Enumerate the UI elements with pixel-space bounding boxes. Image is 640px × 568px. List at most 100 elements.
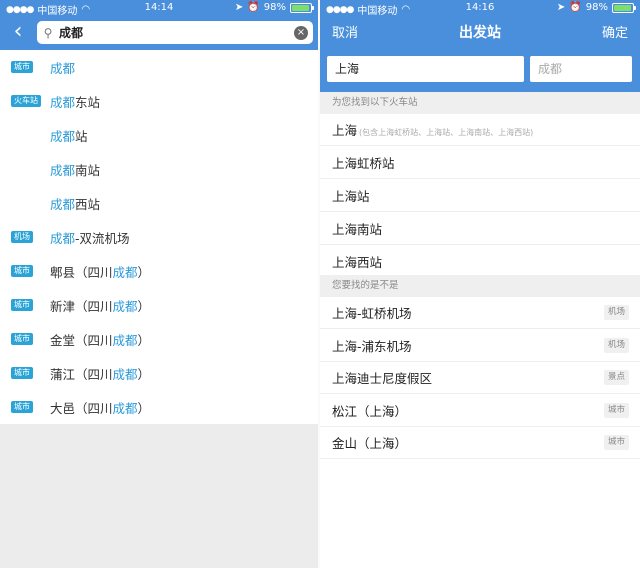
battery-icon xyxy=(612,2,636,13)
result-row[interactable]: 城市 金堂（四川成都） xyxy=(0,322,318,356)
battery-icon xyxy=(290,2,314,13)
result-name-match: 成都 xyxy=(112,332,138,348)
result-row[interactable]: 城市 郫县（四川成都） xyxy=(0,254,318,288)
result-name-match: 成都 xyxy=(50,196,76,212)
station-name-text: 上海站 xyxy=(332,189,370,204)
result-type-badge: 城市 xyxy=(11,299,33,311)
suggestion-row[interactable]: 上海-虹桥机场 机场 xyxy=(320,297,640,329)
clear-icon[interactable]: × xyxy=(294,25,308,40)
result-name: 新津（四川成都） xyxy=(50,296,150,315)
result-name: 成都 xyxy=(50,58,75,77)
result-name-suffix: 东站 xyxy=(75,94,101,110)
station-row[interactable]: 上海南站 xyxy=(320,213,640,245)
search-value: 成都 xyxy=(59,26,84,40)
suggestion-name: 金山（上海） xyxy=(332,436,408,451)
station-name-text: 上海 xyxy=(332,123,358,138)
result-name: 蒲江（四川成都） xyxy=(50,364,150,383)
result-row[interactable]: 城市 蒲江（四川成都） xyxy=(0,356,318,390)
result-name-prefix: 金堂（四川 xyxy=(50,332,113,348)
result-name: 成都站 xyxy=(50,126,88,145)
station-name: 上海西站 xyxy=(332,252,382,271)
station-note: (包含上海虹桥站、上海站、上海南站、上海西站) xyxy=(359,128,534,137)
result-row[interactable]: 火车站 成都东站 xyxy=(0,84,318,118)
battery-percent: 98% xyxy=(585,2,608,13)
result-name: 成都南站 xyxy=(50,160,100,179)
station-row[interactable]: 上海 (包含上海虹桥站、上海站、上海南站、上海西站) xyxy=(320,114,640,146)
result-name-match: 成都 xyxy=(50,128,76,144)
left-screen: ●●●● 中国移动 ◠ 14:14 ➤ ⏰ 98% ‹ ⚲ 成都 × 城市 成都火… xyxy=(0,0,318,568)
suggestion-type-badge: 景点 xyxy=(603,370,629,385)
result-name: 成都-双流机场 xyxy=(50,228,130,247)
search-input[interactable]: ⚲ 成都 × xyxy=(37,21,313,44)
suggestion-row[interactable]: 上海-浦东机场 机场 xyxy=(320,330,640,362)
station-name: 上海站 xyxy=(332,186,370,205)
confirm-button[interactable]: 确定 xyxy=(602,22,628,41)
result-name-match: 成都 xyxy=(112,366,138,382)
result-name-tail: ） xyxy=(137,366,151,382)
search-results-list: 城市 成都 火车站 成都东站 成都站 成都南站 成都西站 机场 成都-双流机场 城市 郫县（四川成都… xyxy=(0,50,318,424)
result-row[interactable]: 成都西站 xyxy=(0,186,318,220)
station-name: 上海 (包含上海虹桥站、上海站、上海南站、上海西站) xyxy=(332,120,533,139)
battery-percent: 98% xyxy=(263,2,286,13)
result-row[interactable]: 城市 成都 xyxy=(0,50,318,84)
result-row[interactable]: 城市 新津（四川成都） xyxy=(0,288,318,322)
result-name-suffix: 西站 xyxy=(75,196,101,212)
result-row[interactable]: 城市 大邑（四川成都） xyxy=(0,390,318,424)
suggestion-name: 松江（上海） xyxy=(332,403,408,419)
location-icon: ➤ xyxy=(234,2,244,13)
result-name-suffix: -双流机场 xyxy=(75,230,130,246)
result-name-match: 成都 xyxy=(50,94,76,110)
result-name-prefix: 蒲江（四川 xyxy=(50,366,113,382)
result-name: 郫县（四川成都） xyxy=(50,262,150,281)
station-name: 上海南站 xyxy=(332,219,382,238)
suggestion-type-badge: 机场 xyxy=(603,305,629,320)
result-row[interactable]: 机场 成都-双流机场 xyxy=(0,220,318,254)
alarm-icon: ⏰ xyxy=(247,2,260,13)
result-name-match: 成都 xyxy=(50,230,76,246)
station-row[interactable]: 上海虹桥站 xyxy=(320,147,640,179)
result-name-tail: ） xyxy=(137,400,151,416)
result-name: 成都西站 xyxy=(50,194,100,213)
suggestion-row[interactable]: 金山（上海） 城市 xyxy=(320,427,640,459)
result-type-badge: 城市 xyxy=(11,265,33,277)
result-name-prefix: 郫县（四川 xyxy=(50,264,113,280)
suggestion-name: 上海-虹桥机场 xyxy=(332,306,412,321)
station-row[interactable]: 上海西站 xyxy=(320,246,640,278)
suggestion-row[interactable]: 上海迪士尼度假区 景点 xyxy=(320,362,640,394)
section-header-stations: 为您找到以下火车站 xyxy=(320,92,640,114)
search-icon: ⚲ xyxy=(43,25,53,40)
result-name-suffix: 南站 xyxy=(75,162,101,178)
result-name-tail: ） xyxy=(137,298,151,314)
suggestion-name: 上海迪士尼度假区 xyxy=(332,371,433,386)
suggestion-type-badge: 机场 xyxy=(603,337,629,353)
result-name-tail: ） xyxy=(137,332,151,348)
station-name-text: 上海西站 xyxy=(332,255,383,270)
right-screen: ●●●● 中国移动 ◠ 14:16 ➤ ⏰ 98% 取消 出发站 确定 上海 成… xyxy=(320,0,640,568)
location-icon: ➤ xyxy=(556,2,566,13)
result-type-badge: 城市 xyxy=(11,333,33,345)
back-button[interactable]: ‹ xyxy=(8,20,28,44)
result-row[interactable]: 成都站 xyxy=(0,118,318,152)
right-status-bar: ●●●● 中国移动 ◠ 14:16 ➤ ⏰ 98% xyxy=(320,0,640,17)
result-row[interactable]: 成都南站 xyxy=(0,152,318,186)
suggestion-type-badge: 城市 xyxy=(603,402,629,418)
departure-field[interactable]: 上海 xyxy=(327,56,524,82)
station-row[interactable]: 上海站 xyxy=(320,180,640,212)
result-name-prefix: 大邑（四川 xyxy=(50,400,113,416)
station-name: 上海虹桥站 xyxy=(332,153,395,172)
page-title: 出发站 xyxy=(459,25,501,41)
result-type-badge: 城市 xyxy=(11,401,33,413)
result-name-suffix: 站 xyxy=(75,128,88,144)
section-header-suggestions: 您要找的是不是 xyxy=(320,275,640,297)
result-name-match: 成都 xyxy=(50,60,76,76)
result-type-badge: 火车站 xyxy=(11,95,41,107)
result-type-badge: 城市 xyxy=(11,367,33,379)
left-status-bar: ●●●● 中国移动 ◠ 14:14 ➤ ⏰ 98% xyxy=(0,0,318,17)
suggestion-row[interactable]: 松江（上海） 城市 xyxy=(320,395,640,427)
result-type-badge: 城市 xyxy=(11,61,33,73)
arrival-field[interactable]: 成都 xyxy=(530,56,632,82)
result-name-match: 成都 xyxy=(112,400,138,416)
alarm-icon: ⏰ xyxy=(569,2,582,13)
suggestion-name: 上海-浦东机场 xyxy=(332,338,412,354)
result-name-match: 成都 xyxy=(50,162,76,178)
